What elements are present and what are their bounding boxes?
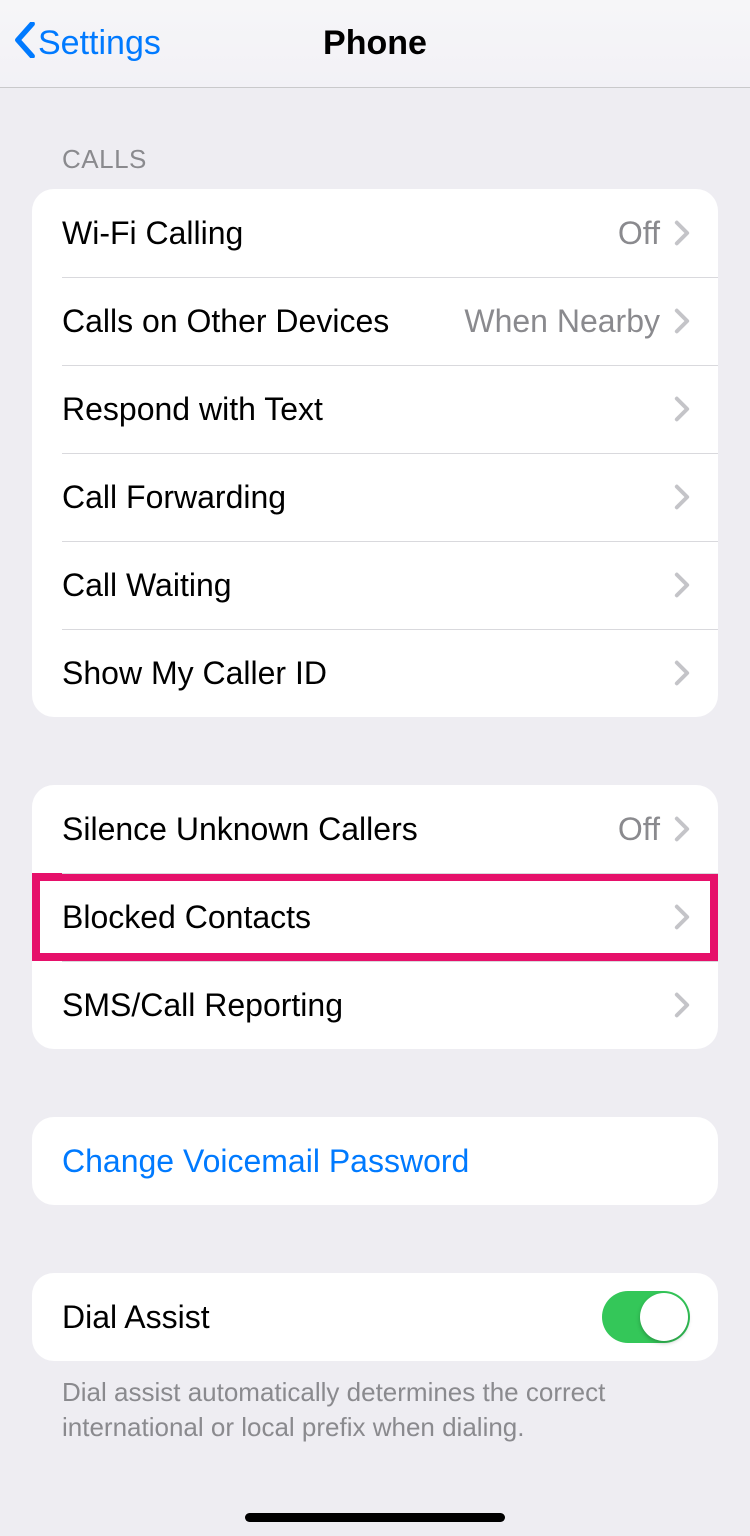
calls-group: Wi-Fi Calling Off Calls on Other Devices… (32, 189, 718, 717)
label: Respond with Text (62, 391, 674, 428)
chevron-right-icon (674, 220, 690, 246)
label: Blocked Contacts (62, 899, 674, 936)
row-show-my-caller-id[interactable]: Show My Caller ID (32, 629, 718, 717)
toggle-switch[interactable] (602, 1291, 690, 1343)
row-sms-call-reporting[interactable]: SMS/Call Reporting (32, 961, 718, 1049)
label: Calls on Other Devices (62, 303, 464, 340)
row-blocked-contacts[interactable]: Blocked Contacts (32, 873, 718, 961)
row-silence-unknown-callers[interactable]: Silence Unknown Callers Off (32, 785, 718, 873)
chevron-right-icon (674, 308, 690, 334)
label: SMS/Call Reporting (62, 987, 674, 1024)
value: Off (618, 811, 660, 848)
label: Change Voicemail Password (62, 1143, 690, 1180)
back-button[interactable]: Settings (0, 22, 161, 65)
value: When Nearby (464, 303, 660, 340)
row-calls-on-other-devices[interactable]: Calls on Other Devices When Nearby (32, 277, 718, 365)
dial-assist-description: Dial assist automatically determines the… (32, 1361, 718, 1445)
row-dial-assist[interactable]: Dial Assist (32, 1273, 718, 1361)
label: Wi-Fi Calling (62, 215, 618, 252)
value: Off (618, 215, 660, 252)
chevron-right-icon (674, 816, 690, 842)
dial-assist-group: Dial Assist (32, 1273, 718, 1361)
chevron-right-icon (674, 992, 690, 1018)
label: Call Forwarding (62, 479, 674, 516)
row-call-forwarding[interactable]: Call Forwarding (32, 453, 718, 541)
toggle-knob (640, 1293, 688, 1341)
back-label: Settings (38, 24, 161, 63)
chevron-right-icon (674, 396, 690, 422)
voicemail-group: Change Voicemail Password (32, 1117, 718, 1205)
home-indicator[interactable] (245, 1513, 505, 1522)
chevron-right-icon (674, 660, 690, 686)
chevron-right-icon (674, 484, 690, 510)
chevron-left-icon (14, 22, 36, 65)
nav-bar: Settings Phone (0, 0, 750, 88)
section-header-calls: CALLS (32, 88, 718, 189)
row-wifi-calling[interactable]: Wi-Fi Calling Off (32, 189, 718, 277)
label: Silence Unknown Callers (62, 811, 618, 848)
chevron-right-icon (674, 904, 690, 930)
label: Dial Assist (62, 1299, 602, 1336)
row-change-voicemail-password[interactable]: Change Voicemail Password (32, 1117, 718, 1205)
row-respond-with-text[interactable]: Respond with Text (32, 365, 718, 453)
row-call-waiting[interactable]: Call Waiting (32, 541, 718, 629)
chevron-right-icon (674, 572, 690, 598)
label: Call Waiting (62, 567, 674, 604)
blocking-group: Silence Unknown Callers Off Blocked Cont… (32, 785, 718, 1049)
label: Show My Caller ID (62, 655, 674, 692)
